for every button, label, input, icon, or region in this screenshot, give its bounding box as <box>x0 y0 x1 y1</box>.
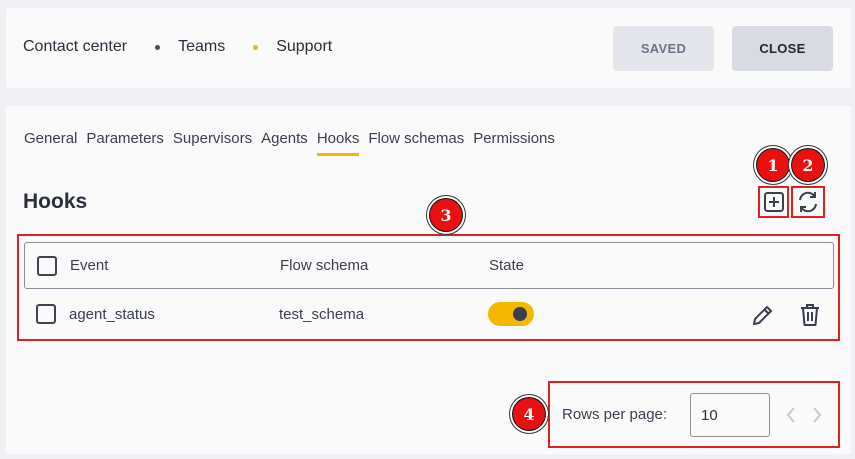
tab-agents[interactable]: Agents <box>261 130 308 156</box>
tab-parameters[interactable]: Parameters <box>86 130 164 156</box>
hooks-table: Event Flow schema State agent_status tes… <box>17 234 840 341</box>
add-box-icon <box>763 192 784 212</box>
tab-permissions[interactable]: Permissions <box>473 130 555 156</box>
trash-icon <box>801 304 819 326</box>
pencil-icon <box>753 306 772 325</box>
cell-event: agent_status <box>69 305 155 323</box>
annotation-badge: 4 <box>513 398 545 430</box>
table-header: Event Flow schema State <box>24 242 834 289</box>
delete-button[interactable] <box>798 302 822 332</box>
column-header-state[interactable]: State <box>489 257 524 274</box>
tab-bar: General Parameters Supervisors Agents Ho… <box>24 130 564 156</box>
hooks-card: General Parameters Supervisors Agents Ho… <box>6 106 851 454</box>
close-button[interactable]: CLOSE <box>732 26 833 71</box>
select-all-checkbox[interactable] <box>37 255 57 276</box>
refresh-button[interactable] <box>791 186 825 218</box>
column-header-event[interactable]: Event <box>70 257 108 274</box>
chevron-right-icon <box>813 407 822 423</box>
column-header-flow-schema[interactable]: Flow schema <box>280 257 368 274</box>
tab-flow-schemas[interactable]: Flow schemas <box>368 130 464 156</box>
refresh-icon <box>799 191 817 213</box>
state-toggle[interactable] <box>488 302 534 326</box>
breadcrumb-separator-dot <box>253 44 259 50</box>
annotation-badge: 1 <box>757 149 789 181</box>
rows-per-page-label: Rows per page: <box>562 406 668 423</box>
previous-page-button[interactable] <box>784 404 798 431</box>
row-checkbox[interactable] <box>36 304 56 324</box>
rows-per-page-select[interactable]: 10 <box>690 393 770 437</box>
breadcrumb-contact-center[interactable]: Contact center <box>23 38 127 56</box>
tab-general[interactable]: General <box>24 130 77 156</box>
table-row: agent_status test_schema <box>24 291 834 337</box>
next-page-button[interactable] <box>810 404 824 431</box>
breadcrumb-support: Support <box>276 38 333 55</box>
chevron-left-icon <box>786 407 795 423</box>
page-header: Contact center Teams Support SAVED CLOSE <box>6 8 851 88</box>
annotation-badge: 3 <box>430 199 462 231</box>
annotation-badge: 2 <box>792 149 824 181</box>
cell-flow-schema: test_schema <box>279 305 365 323</box>
tab-hooks[interactable]: Hooks <box>316 130 359 156</box>
breadcrumb-separator-dot <box>155 44 161 50</box>
breadcrumb: Contact center Teams Support <box>23 38 332 56</box>
edit-button[interactable] <box>750 302 776 332</box>
pagination: Rows per page: 10 <box>548 381 840 448</box>
tab-supervisors[interactable]: Supervisors <box>173 130 252 156</box>
add-hook-button[interactable] <box>758 186 789 218</box>
breadcrumb-teams[interactable]: Teams <box>178 38 225 56</box>
saved-button[interactable]: SAVED <box>613 26 714 71</box>
section-title: Hooks <box>23 190 88 213</box>
